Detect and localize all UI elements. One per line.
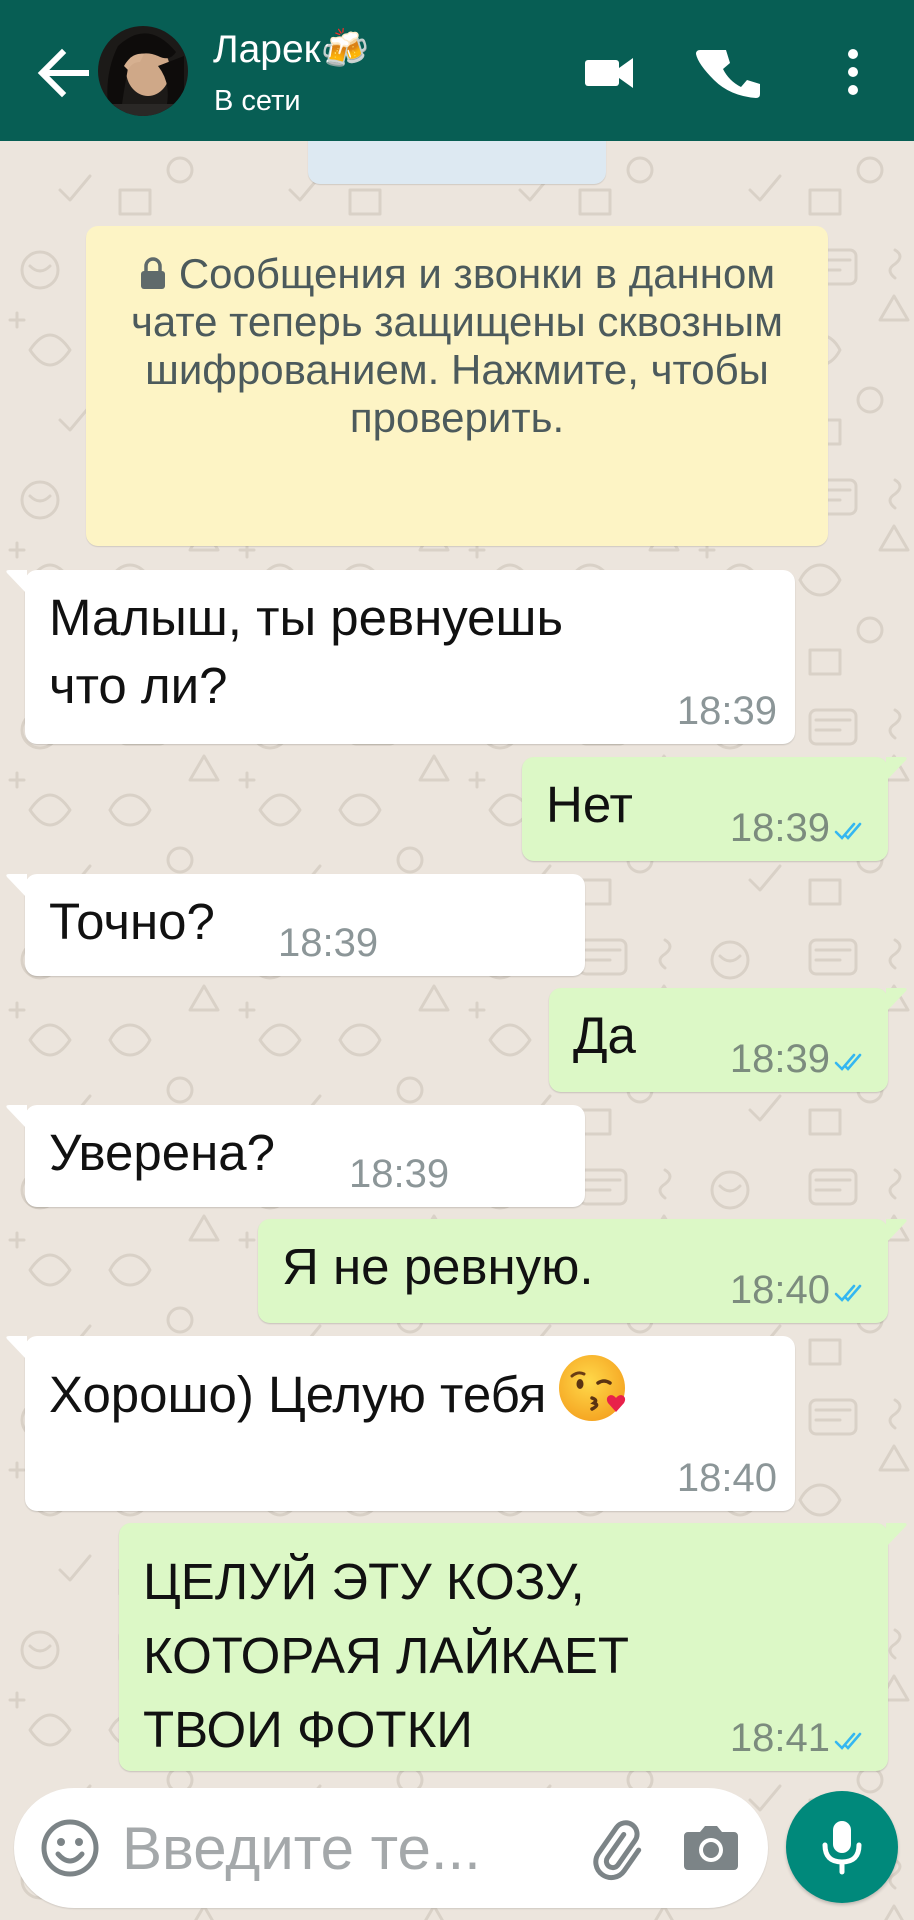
message-text: Малыш, ты ревнуешь что ли?	[49, 589, 564, 714]
message-time: 18:40	[729, 1268, 830, 1312]
microphone-icon	[822, 1821, 862, 1875]
message-text: ЦЕЛУЙ ЭТУ КОЗУ, КОТОРАЯ ЛАЙКАЕТ ТВОИ ФОТ…	[143, 1553, 629, 1758]
message-input[interactable]: Введите те...	[122, 1814, 481, 1884]
contact-avatar[interactable]	[98, 26, 188, 116]
message-time: 18:39	[729, 806, 830, 850]
contact-name[interactable]: Ларек🍻	[213, 28, 369, 72]
message-bubble[interactable]: Нет 18:39	[522, 757, 907, 861]
message-text: Уверена?	[49, 1124, 276, 1181]
message-bubble[interactable]: Да 18:39	[549, 988, 907, 1092]
double-check-icon	[834, 1284, 862, 1302]
message-time: 18:41	[729, 1716, 830, 1760]
message-time: 18:40	[676, 1456, 777, 1500]
bubble-tail	[886, 988, 907, 1012]
phone-icon	[696, 50, 760, 98]
video-camera-icon	[585, 58, 633, 88]
kiss-emoji-icon	[559, 1355, 626, 1421]
message-text: Да	[573, 1007, 636, 1064]
message-time: 18:39	[729, 1037, 830, 1081]
encryption-notice-text: Сообщения и звонки в данном чате теперь …	[131, 250, 783, 441]
bubble-tail	[886, 1219, 907, 1243]
voice-call-button[interactable]	[696, 40, 766, 104]
attach-button[interactable]	[582, 1814, 650, 1882]
double-check-icon	[834, 1732, 862, 1750]
contact-status: В сети	[214, 85, 301, 117]
message-bubble[interactable]: ЦЕЛУЙ ЭТУ КОЗУ, КОТОРАЯ ЛАЙКАЕТ ТВОИ ФОТ…	[119, 1523, 907, 1771]
chat-header: Ларек🍻 В сети	[0, 0, 914, 141]
arrow-left-icon	[37, 48, 89, 98]
message-text: Хорошо) Целую тебя	[49, 1366, 547, 1423]
bubble-tail	[6, 570, 27, 594]
message-composer: Введите те...	[14, 1788, 768, 1908]
double-check-icon	[834, 822, 862, 840]
message-bubble[interactable]: Точно? 18:39	[6, 874, 585, 976]
bubble-tail	[886, 1523, 907, 1547]
camera-icon	[684, 1826, 738, 1870]
message-bubble[interactable]: Я не ревную. 18:40	[258, 1219, 907, 1323]
message-bubble[interactable]: Хорошо) Целую тебя 18:40	[6, 1336, 795, 1511]
more-vertical-icon	[848, 49, 858, 95]
lock-icon	[140, 257, 165, 289]
message-text: Точно?	[49, 893, 215, 950]
paperclip-icon	[593, 1820, 642, 1881]
message-time: 18:39	[676, 689, 777, 733]
encryption-notice[interactable]: Сообщения и звонки в данном чате теперь …	[86, 226, 828, 546]
voice-record-button[interactable]	[786, 1791, 898, 1903]
message-text: Я не ревную.	[282, 1238, 594, 1295]
bubble-tail	[6, 1105, 27, 1129]
message-bubble[interactable]: Малыш, ты ревнуешь что ли? 18:39	[6, 570, 795, 744]
message-time: 18:39	[349, 1152, 450, 1196]
bubble-tail	[6, 874, 27, 898]
double-check-icon	[834, 1053, 862, 1071]
bubble-tail	[886, 757, 907, 781]
smiley-icon	[41, 1819, 99, 1877]
message-text: Нет	[546, 776, 633, 833]
back-button[interactable]	[26, 38, 102, 108]
more-options-button[interactable]	[818, 40, 888, 104]
bubble-tail	[6, 1336, 27, 1360]
message-bubble[interactable]: Уверена? 18:39	[6, 1105, 585, 1207]
emoji-button[interactable]	[34, 1812, 106, 1884]
message-time: 18:39	[278, 921, 379, 965]
video-call-button[interactable]	[573, 40, 643, 104]
camera-button[interactable]	[680, 1816, 742, 1878]
